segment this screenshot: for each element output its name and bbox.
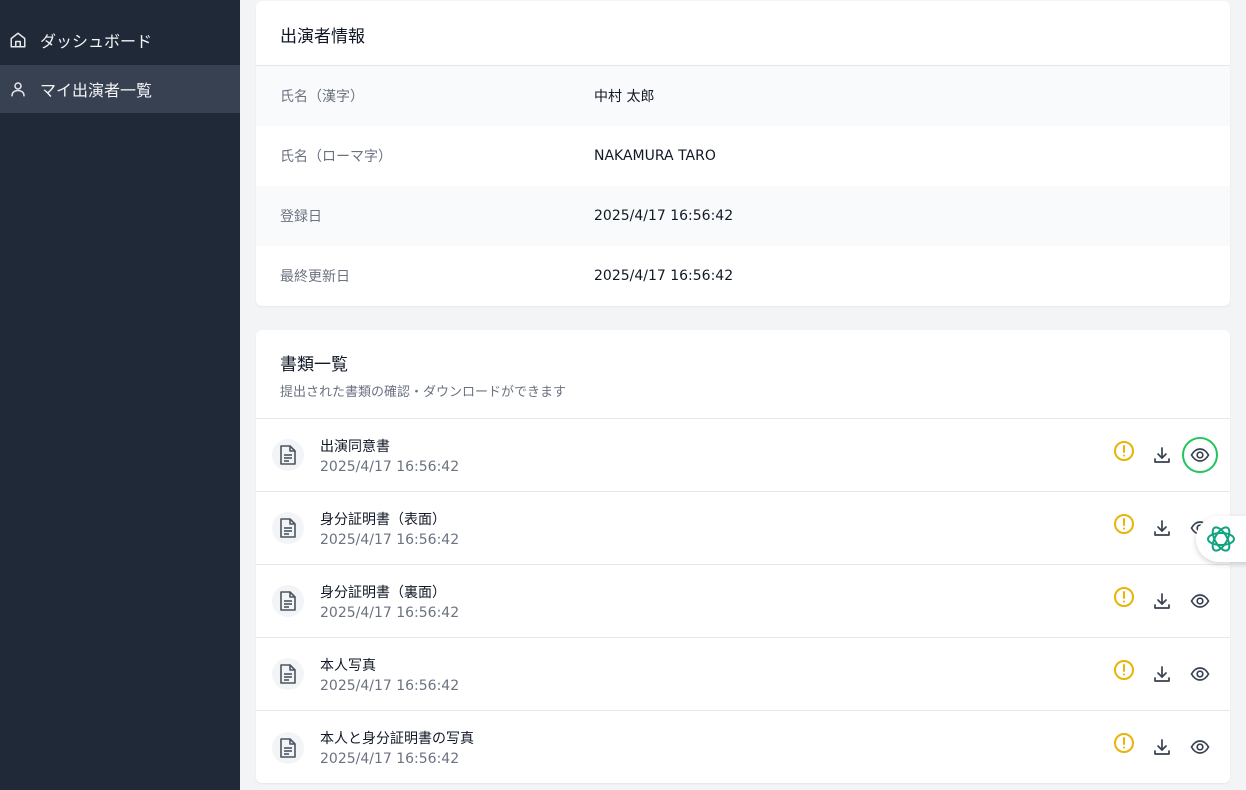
eye-icon [1190,740,1210,754]
download-button[interactable] [1144,437,1180,473]
info-row-name-romaji: 氏名（ローマ字） NAKAMURA TARO [256,126,1230,186]
document-actions [1104,729,1218,765]
warning-icon [1106,433,1142,469]
sidebar-item-my-performers[interactable]: マイ出演者一覧 [0,65,240,113]
document-icon [272,585,304,617]
info-label: 最終更新日 [280,269,350,285]
performer-info-card: 出演者情報 氏名（漢字） 中村 太郎 氏名（ローマ字） NAKAMURA TAR… [256,1,1230,306]
documents-list: 出演同意書 2025/4/17 16:56:42 身分証明書（表面） 2025/… [256,419,1230,783]
download-icon [1154,666,1170,682]
documents-card: 書類一覧 提出された書類の確認・ダウンロードができます 出演同意書 2025/4… [256,330,1230,783]
view-button[interactable] [1182,656,1218,692]
user-icon [11,82,25,97]
eye-icon [1190,667,1210,681]
document-row: 出演同意書 2025/4/17 16:56:42 [256,419,1230,492]
sidebar-item-label: マイ出演者一覧 [40,81,153,100]
document-icon [272,512,304,544]
sidebar-item-label: ダッシュボード [40,32,153,51]
document-row: 本人と身分証明書の写真 2025/4/17 16:56:42 [256,711,1230,783]
home-icon [10,32,26,48]
document-text: 出演同意書 2025/4/17 16:56:42 [320,436,459,475]
download-button[interactable] [1144,510,1180,546]
document-date: 2025/4/17 16:56:42 [320,458,460,475]
info-label: 登録日 [280,209,322,225]
document-text: 身分証明書（表面） 2025/4/17 16:56:42 [320,509,459,548]
info-value: 中村 太郎 [594,89,655,105]
info-row-registered: 登録日 2025/4/17 16:56:42 [256,186,1230,246]
document-name: 本人と身分証明書の写真 [320,731,474,747]
document-name: 身分証明書（裏面） [320,584,446,601]
info-row-name-kanji: 氏名（漢字） 中村 太郎 [256,66,1230,126]
info-row-updated: 最終更新日 2025/4/17 16:56:42 [256,246,1230,306]
document-actions [1104,656,1218,692]
download-icon [1154,739,1170,755]
download-icon [1154,593,1170,609]
document-icon [272,658,304,690]
info-value: 2025/4/17 16:56:42 [594,208,734,224]
assistant-icon [1207,526,1235,552]
info-label: 氏名（漢字） [280,89,364,105]
card-header: 出演者情報 [256,1,1230,66]
view-button[interactable] [1182,729,1218,765]
document-text: 身分証明書（裏面） 2025/4/17 16:56:42 [320,582,459,621]
document-name: 身分証明書（表面） [320,511,446,528]
download-button[interactable] [1144,656,1180,692]
document-icon [272,439,304,471]
view-button[interactable] [1182,437,1218,473]
document-date: 2025/4/17 16:56:42 [320,531,460,548]
document-text: 本人と身分証明書の写真 2025/4/17 16:56:42 [320,728,474,767]
info-label: 氏名（ローマ字） [280,149,392,165]
download-button[interactable] [1144,583,1180,619]
eye-icon [1190,448,1210,462]
document-date: 2025/4/17 16:56:42 [320,677,460,694]
document-icon [272,731,304,764]
document-name: 本人写真 [320,657,376,674]
assistant-button[interactable] [1196,516,1246,562]
document-name: 出演同意書 [320,438,390,455]
document-date: 2025/4/17 16:56:42 [320,751,460,767]
warning-icon [1106,725,1142,761]
document-row: 本人写真 2025/4/17 16:56:42 [256,638,1230,711]
performer-info-title: 出演者情報 [280,27,365,47]
sidebar-item-dashboard[interactable]: ダッシュボード [0,16,240,64]
document-row: 身分証明書（表面） 2025/4/17 16:56:42 [256,492,1230,565]
main-content: 出演者情報 氏名（漢字） 中村 太郎 氏名（ローマ字） NAKAMURA TAR… [240,0,1246,790]
document-row: 身分証明書（裏面） 2025/4/17 16:56:42 [256,565,1230,638]
warning-icon [1106,652,1142,688]
info-value: NAKAMURA TARO [594,148,716,164]
warning-icon [1106,506,1142,542]
document-text: 本人写真 2025/4/17 16:56:42 [320,655,459,694]
document-actions [1104,437,1218,473]
info-value: 2025/4/17 16:56:42 [594,268,734,284]
warning-icon [1106,579,1142,615]
document-date: 2025/4/17 16:56:42 [320,604,460,621]
card-header: 書類一覧 提出された書類の確認・ダウンロードができます [256,330,1230,419]
document-actions [1104,583,1218,619]
download-button[interactable] [1144,729,1180,765]
download-icon [1154,447,1170,463]
documents-subtitle: 提出された書類の確認・ダウンロードができます [280,385,567,400]
view-button[interactable] [1182,583,1218,619]
eye-icon [1190,594,1210,608]
documents-title: 書類一覧 [280,355,348,375]
sidebar: ダッシュボード マイ出演者一覧 [0,0,240,790]
download-icon [1154,520,1170,536]
